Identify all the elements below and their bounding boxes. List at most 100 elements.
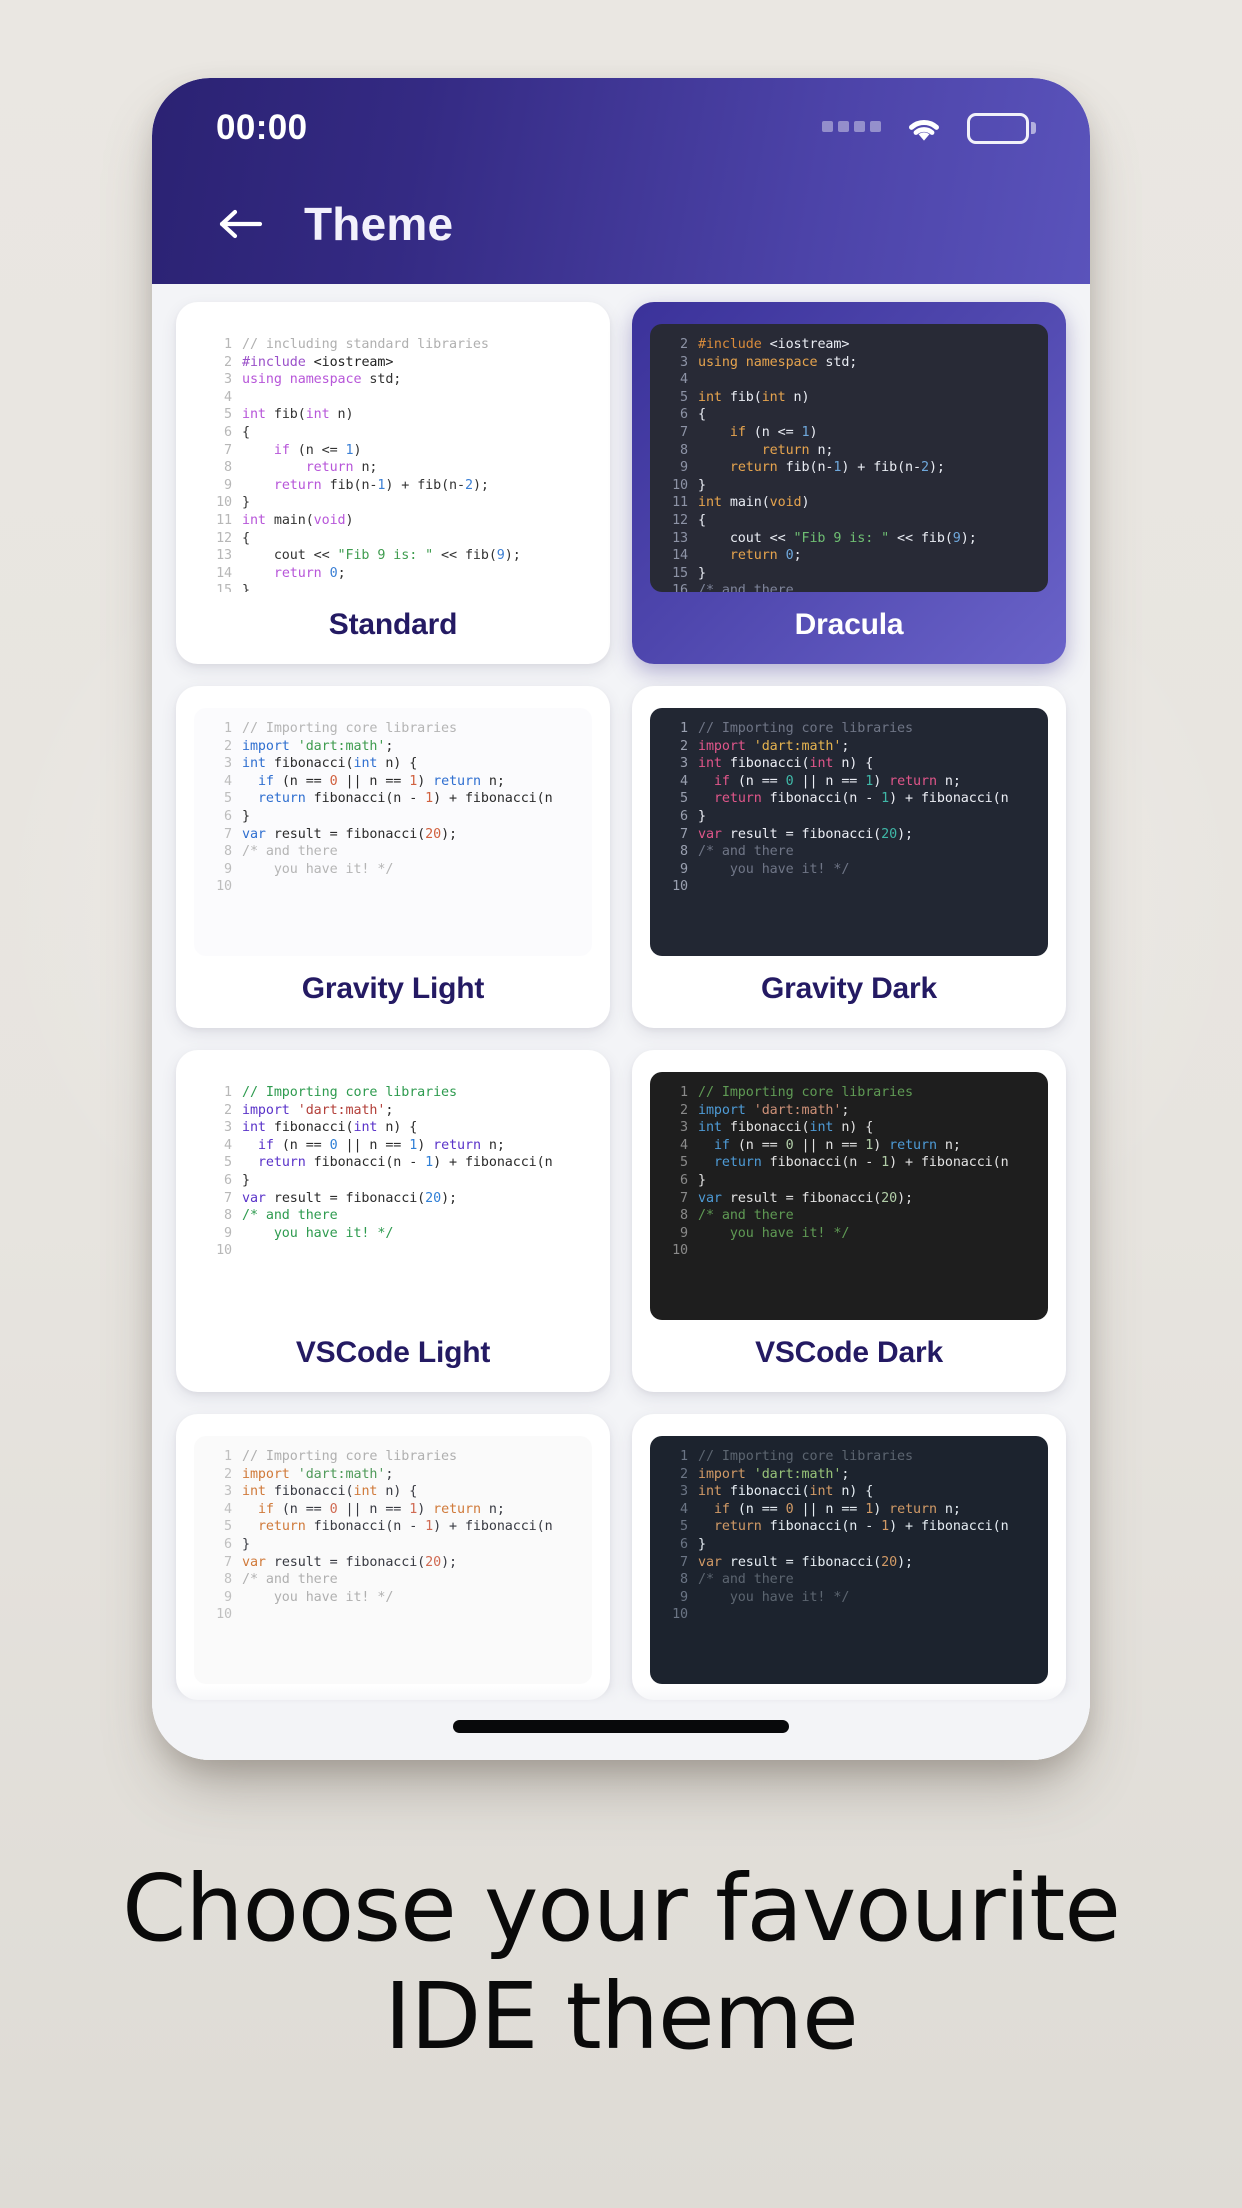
code-line: 5 return fibonacci(n - 1) + fibonacci(n bbox=[662, 790, 1038, 808]
code-line-text: } bbox=[698, 565, 706, 581]
code-line-text: // Importing core libraries bbox=[242, 1085, 457, 1100]
code-line: 8 /* and there bbox=[662, 1207, 1038, 1225]
code-line-number: 4 bbox=[680, 1137, 688, 1153]
code-line: 4 bbox=[662, 371, 1038, 389]
code-line: 6} bbox=[206, 1536, 582, 1554]
code-line: 9 you have it! */ bbox=[662, 861, 1038, 879]
code-line-number: 5 bbox=[680, 389, 688, 405]
code-line-text: return fibonacci(n - 1) + fibonacci(n bbox=[713, 1155, 1009, 1171]
code-line-number: 3 bbox=[224, 1484, 232, 1500]
code-line-number: 4 bbox=[224, 1137, 232, 1153]
home-indicator[interactable] bbox=[453, 1719, 789, 1733]
code-line-number: 8 bbox=[680, 1572, 688, 1588]
phone-mockup: 00:00 Theme 1 // including standard libr… bbox=[152, 78, 1090, 1760]
code-line-number: 5 bbox=[224, 407, 232, 423]
code-line: 5 return fibonacci(n - 1) + fibonacci(n bbox=[662, 1518, 1038, 1536]
theme-preview-vscode-light: 1 // Importing core libraries 2 import 'dar… bbox=[194, 1072, 592, 1320]
code-line-number: 6 bbox=[224, 808, 232, 824]
code-line-number: 9 bbox=[680, 460, 688, 476]
code-line-text: return fibonacci(n - 1) + fibonacci(n bbox=[713, 1519, 1009, 1535]
code-line-number: 8 bbox=[224, 1572, 232, 1588]
code-line: 7 var result = fibonacci(20); bbox=[662, 1554, 1038, 1572]
code-line-text: int fib(int n) bbox=[698, 389, 810, 405]
code-line-number: 10 bbox=[672, 1607, 688, 1623]
code-line-text: return fibonacci(n - 1) + fibonacci(n bbox=[257, 1155, 553, 1171]
code-line-number: 11 bbox=[216, 512, 232, 528]
theme-preview-gravity-light: 1 // Importing core libraries 2 import 'dar… bbox=[194, 708, 592, 956]
theme-card-atom-one-light[interactable]: 1 // Importing core libraries 2 import 'dar… bbox=[176, 1414, 610, 1700]
code-line-number: 5 bbox=[224, 1155, 232, 1171]
code-line: 10 bbox=[662, 1242, 1038, 1260]
code-line-text: return 0; bbox=[273, 565, 346, 581]
theme-card-dracula[interactable]: 2 #include <iostream> 3 using namespace std… bbox=[632, 302, 1066, 664]
code-line-text: return fibonacci(n - 1) + fibonacci(n bbox=[257, 1519, 553, 1535]
code-line-number: 16 bbox=[672, 583, 688, 592]
code-line: 2 import 'dart:math'; bbox=[206, 1102, 582, 1120]
code-line-text: #include <iostream> bbox=[242, 354, 394, 370]
code-line: 7 var result = fibonacci(20); bbox=[662, 1190, 1038, 1208]
back-button[interactable] bbox=[214, 196, 270, 252]
code-line-number: 10 bbox=[672, 879, 688, 895]
code-line: 2 #include <iostream> bbox=[662, 336, 1038, 354]
code-line-text: import 'dart:math'; bbox=[698, 738, 850, 754]
code-line-number: 6 bbox=[680, 407, 688, 423]
code-line-number: 9 bbox=[680, 861, 688, 877]
theme-list-scroll[interactable]: 1 // including standard libraries 2 #includ… bbox=[152, 284, 1090, 1760]
code-line: 9 return fib(n-1) + fib(n-2); bbox=[662, 459, 1038, 477]
code-line: 5 int fib(int n) bbox=[206, 406, 582, 424]
code-line-number: 7 bbox=[680, 424, 688, 440]
theme-card-vscode-dark[interactable]: 1 // Importing core libraries 2 import 'dar… bbox=[632, 1050, 1066, 1392]
signal-dots-icon bbox=[822, 121, 881, 135]
code-line-text: // Importing core libraries bbox=[698, 1085, 913, 1100]
code-line-number: 4 bbox=[224, 773, 232, 789]
theme-card-atom-one-dark[interactable]: 1 // Importing core libraries 2 import 'dar… bbox=[632, 1414, 1066, 1700]
code-line: 16 /* and there bbox=[662, 582, 1038, 592]
code-line-text: int fib(int n) bbox=[242, 407, 354, 423]
code-line: 3 int fibonacci(int n) { bbox=[206, 755, 582, 773]
code-line-text: // including standard libraries bbox=[242, 337, 489, 352]
code-line-number: 9 bbox=[224, 1589, 232, 1605]
code-line: 6} bbox=[662, 1172, 1038, 1190]
battery-full-icon bbox=[967, 112, 1036, 144]
code-line: 3 using namespace std; bbox=[206, 371, 582, 389]
code-line-text: var result = fibonacci(20); bbox=[698, 826, 914, 842]
theme-card-vscode-light[interactable]: 1 // Importing core libraries 2 import 'dar… bbox=[176, 1050, 610, 1392]
code-line: 3 int fibonacci(int n) { bbox=[206, 1119, 582, 1137]
theme-card-gravity-light[interactable]: 1 // Importing core libraries 2 import 'dar… bbox=[176, 686, 610, 1028]
theme-card-gravity-dark[interactable]: 1 // Importing core libraries 2 import 'dar… bbox=[632, 686, 1066, 1028]
theme-card-standard[interactable]: 1 // including standard libraries 2 #includ… bbox=[176, 302, 610, 664]
code-line-number: 5 bbox=[224, 791, 232, 807]
code-line: 1 // Importing core libraries bbox=[662, 1448, 1038, 1466]
code-line: 7 if (n <= 1) bbox=[662, 424, 1038, 442]
status-bar: 00:00 bbox=[152, 78, 1090, 160]
app-bar: Theme bbox=[152, 182, 1090, 266]
code-line-number: 1 bbox=[224, 1449, 232, 1464]
theme-preview-atom-one-dark: 1 // Importing core libraries 2 import 'dar… bbox=[650, 1436, 1048, 1684]
code-line: 10 bbox=[662, 878, 1038, 896]
code-line: 15} bbox=[662, 565, 1038, 583]
code-line-text: return n; bbox=[305, 460, 378, 476]
code-line-text: // Importing core libraries bbox=[698, 1449, 913, 1464]
code-line-number: 6 bbox=[224, 424, 232, 440]
code-line-text: #include <iostream> bbox=[698, 337, 850, 352]
code-line-number: 7 bbox=[224, 1554, 232, 1570]
code-line-number: 1 bbox=[224, 721, 232, 736]
code-line-text: var result = fibonacci(20); bbox=[242, 826, 458, 842]
code-line-text: using namespace std; bbox=[698, 354, 858, 370]
code-line-text: cout << "Fib 9 is: " << fib(9); bbox=[242, 548, 521, 564]
code-line-text: } bbox=[242, 583, 250, 592]
code-line: 4 if (n == 0 || n == 1) return n; bbox=[206, 1501, 582, 1519]
code-line-number: 8 bbox=[224, 844, 232, 860]
code-line-text: // Importing core libraries bbox=[242, 721, 457, 736]
code-line: 14 return 0; bbox=[662, 547, 1038, 565]
code-line-number: 1 bbox=[680, 721, 688, 736]
code-line-text: } bbox=[242, 1172, 250, 1188]
code-line-number: 8 bbox=[680, 442, 688, 458]
code-line: 1 // including standard libraries bbox=[206, 336, 582, 354]
code-line: 3 int fibonacci(int n) { bbox=[662, 1483, 1038, 1501]
code-line-text: var result = fibonacci(20); bbox=[698, 1190, 914, 1206]
code-line: 8 /* and there bbox=[206, 1571, 582, 1589]
status-bar-icons bbox=[822, 112, 1036, 144]
